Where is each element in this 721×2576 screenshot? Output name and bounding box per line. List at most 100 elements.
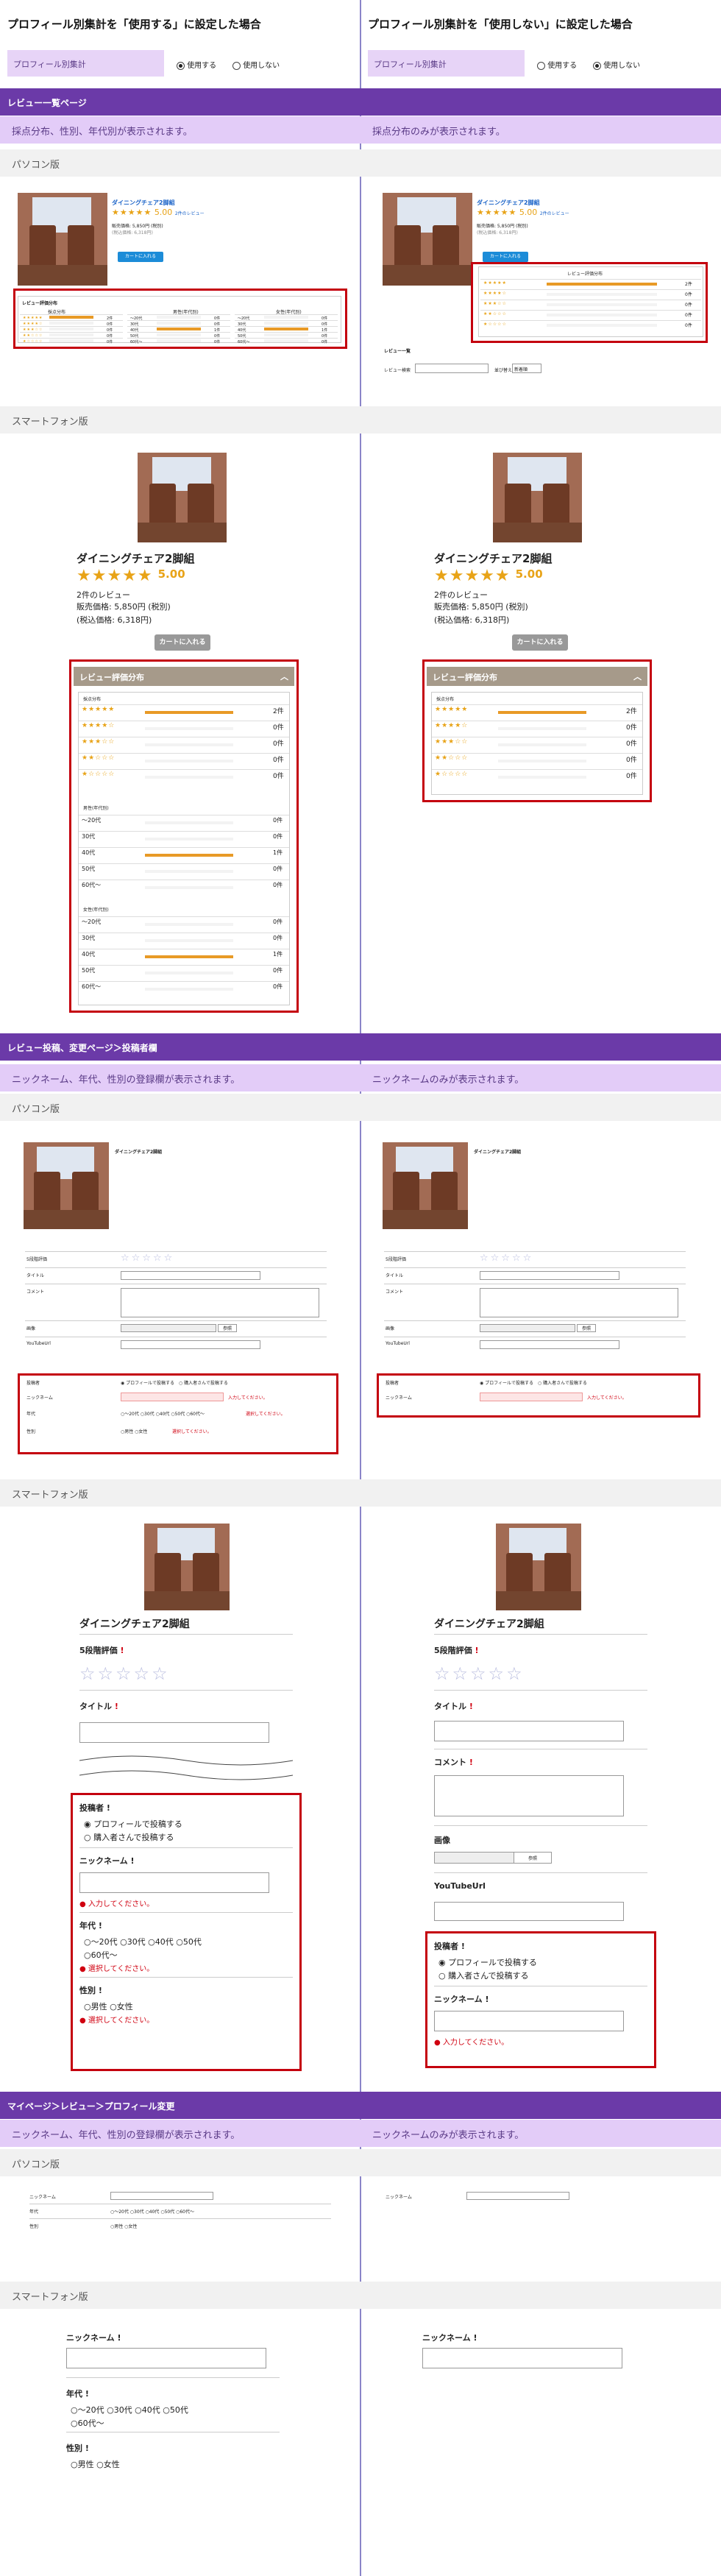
pc-sort-label: 並び替え — [494, 368, 513, 373]
section-review-post — [360, 1033, 721, 1061]
sp-price: 販売価格: 5,850円 (税別) — [434, 602, 528, 612]
nouse-option[interactable]: 使用しない — [232, 59, 280, 70]
required-mark: ! — [469, 1758, 473, 1767]
nickname-input[interactable] — [422, 2348, 622, 2368]
form-label: 画像 — [26, 1326, 36, 1331]
pc-rating: ★★★★★ 5.00 2件のレビュー — [112, 208, 205, 217]
divider — [25, 1251, 327, 1252]
sub-pc — [360, 2149, 721, 2176]
nouse-option[interactable]: 使用しない — [593, 59, 640, 70]
divider — [25, 1320, 327, 1321]
review-count[interactable]: 2件のレビュー — [175, 211, 205, 216]
radio-icon[interactable] — [593, 61, 601, 70]
review-count[interactable]: 2件のレビュー — [540, 211, 569, 216]
rating-value: 5.00 — [157, 567, 185, 581]
nickname-input[interactable] — [110, 2192, 213, 2200]
highlight-box — [69, 659, 299, 1013]
age-label: 年代 — [29, 2209, 39, 2215]
sp-post-product-name: ダイニングチェア2脚組 — [79, 1618, 190, 1630]
desc-list: 採点分布のみが表示されます。 — [360, 116, 721, 144]
highlight-box — [13, 289, 347, 349]
required-mark: ! — [120, 1646, 124, 1655]
sp-rating5-label: 5段階評価 ! — [434, 1644, 479, 1656]
text-input[interactable] — [480, 1340, 619, 1349]
star-icon: ★★★★★ — [434, 567, 511, 585]
sp-title-input[interactable] — [79, 1722, 269, 1743]
sp-product-photo — [493, 453, 582, 542]
text-input[interactable] — [121, 1340, 260, 1349]
pc-product-name: ダイニングチェア2脚組 — [112, 199, 175, 206]
star-input[interactable]: ☆☆☆☆☆ — [480, 1253, 533, 1264]
pc-cart-button[interactable]: カートに入れる — [483, 252, 528, 262]
nickname-input[interactable] — [66, 2348, 266, 2368]
desc-post: ニックネーム、年代、性別の登録欄が表示されます。 — [0, 1064, 360, 1091]
nouse-option-label: 使用しない — [603, 62, 641, 70]
sp-star-input[interactable]: ☆☆☆☆☆ — [79, 1663, 170, 1684]
rating-value: 5.00 — [154, 208, 173, 217]
file-button[interactable]: 参照 — [577, 1324, 596, 1332]
sp-price-tax: (税込価格: 6,318円) — [434, 615, 510, 625]
setting-row: プロフィール別集計 使用する 使用しない — [7, 50, 353, 77]
radio-icon[interactable] — [177, 61, 185, 70]
gender-options[interactable]: ○男性 ○女性 — [110, 2223, 137, 2229]
form-label: YouTubeUrl — [26, 1341, 51, 1346]
form-label: タイトル — [26, 1273, 45, 1278]
text-input[interactable] — [480, 1271, 619, 1280]
setting-label: プロフィール別集計 — [368, 50, 525, 77]
right-title: プロフィール別集計を「使用しない」に設定した場合 — [368, 18, 633, 31]
highlight-box — [71, 1793, 302, 2071]
divider — [434, 1634, 647, 1635]
file-input[interactable] — [480, 1324, 575, 1332]
sub-sp: スマートフォン版 — [0, 1479, 360, 1507]
pc-keyword-input[interactable] — [415, 364, 489, 373]
sp-image-label: 画像 — [434, 1836, 450, 1845]
use-option[interactable]: 使用する — [537, 59, 577, 70]
comment-input[interactable] — [480, 1288, 678, 1317]
divider — [434, 1690, 647, 1691]
comment-text: コメント — [434, 1758, 466, 1767]
radio-icon[interactable] — [537, 61, 545, 70]
gender-label: 性別 ! — [66, 2444, 89, 2453]
sp-post-photo — [144, 1524, 230, 1610]
post-product-photo — [383, 1142, 468, 1229]
left-column: プロフィール別集計を「使用する」に設定した場合 プロフィール別集計 使用する 使… — [0, 0, 360, 2576]
sp-star-input[interactable]: ☆☆☆☆☆ — [434, 1663, 525, 1684]
radio-icon[interactable] — [232, 61, 241, 70]
age-option-60[interactable]: ○60代～ — [71, 2417, 104, 2429]
sp-review-count[interactable]: 2件のレビュー — [434, 589, 488, 601]
use-option[interactable]: 使用する — [177, 59, 216, 70]
cut-wave — [79, 1755, 293, 1780]
sp-cart-button[interactable]: カートに入れる — [154, 634, 210, 651]
sp-image-button[interactable]: 参照 — [514, 1852, 552, 1864]
title-text: タイトル — [79, 1702, 112, 1711]
gender-options[interactable]: ○男性 ○女性 — [71, 2458, 120, 2470]
pc-cart-button[interactable]: カートに入れる — [118, 252, 163, 262]
sp-product-photo — [138, 453, 227, 542]
sub-sp: スマートフォン版 — [0, 2282, 360, 2309]
sp-youtube-input[interactable] — [434, 1902, 624, 1921]
sp-cart-button[interactable]: カートに入れる — [512, 634, 568, 651]
pc-price: 販売価格: 5,850円 (税別) — [477, 224, 528, 229]
comment-input[interactable] — [121, 1288, 319, 1317]
form-label: 5段階評価 — [386, 1257, 406, 1262]
highlight-box — [425, 1931, 656, 2068]
sp-review-count[interactable]: 2件のレビュー — [77, 589, 130, 601]
star-input[interactable]: ☆☆☆☆☆ — [121, 1253, 174, 1264]
age-options[interactable]: ○～20代 ○30代 ○40代 ○50代 — [71, 2404, 188, 2416]
pc-sort-select[interactable]: 新着順 — [512, 364, 541, 373]
required-mark: ! — [475, 1646, 479, 1655]
age-options[interactable]: ○～20代 ○30代 ○40代 ○50代 ○60代～ — [110, 2208, 194, 2215]
sp-title-input[interactable] — [434, 1721, 624, 1741]
highlight-box — [377, 1373, 700, 1418]
section-review-post: レビュー投稿、変更ページ＞投稿者欄 — [0, 1033, 360, 1061]
file-input[interactable] — [121, 1324, 216, 1332]
sp-price-tax: (税込価格: 6,318円) — [77, 615, 152, 625]
file-button[interactable]: 参照 — [218, 1324, 237, 1332]
post-product-name: ダイニングチェア2脚組 — [474, 1150, 522, 1155]
nickname-input[interactable] — [466, 2192, 569, 2200]
rating-value: 5.00 — [515, 567, 543, 581]
text-input[interactable] — [121, 1271, 260, 1280]
section-mypage: マイページ＞レビュー＞プロフィール変更 — [0, 2092, 360, 2119]
nickname-label: ニックネーム — [386, 2195, 412, 2200]
sp-comment-input[interactable] — [434, 1775, 624, 1816]
